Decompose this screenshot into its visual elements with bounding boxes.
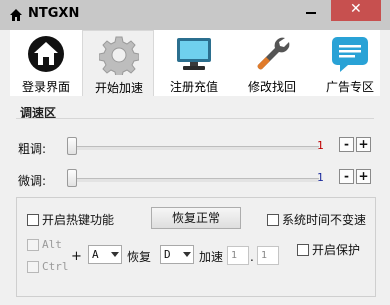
speedup-decimal-input[interactable]: 1 xyxy=(257,246,279,265)
coarse-slider-track[interactable] xyxy=(67,146,319,150)
tab-start-accelerate[interactable]: 开始加速 xyxy=(82,30,154,96)
tab-label: 开始加速 xyxy=(94,81,143,95)
checkbox-box[interactable] xyxy=(27,260,39,273)
fine-slider-thumb[interactable] xyxy=(67,169,77,187)
decimal-point: . xyxy=(250,250,254,264)
system-time-checkbox[interactable]: 系统时间不变速 xyxy=(267,211,366,228)
speedup-integer-input[interactable]: 1 xyxy=(227,246,249,265)
enable-hotkey-checkbox[interactable]: 开启热键功能 xyxy=(27,211,114,228)
checkbox-box[interactable] xyxy=(297,243,309,256)
app-window: NTGXN ✕ 登录界面 开始加速 注册充值 修改找回 广告专区 调速区 粗调:… xyxy=(0,0,390,305)
coarse-plus-button[interactable]: + xyxy=(356,137,371,152)
tab-label: 登录界面 xyxy=(21,80,70,94)
divider xyxy=(16,118,374,119)
house-icon xyxy=(28,36,64,72)
system-time-label: 系统时间不变速 xyxy=(282,213,367,227)
coarse-value: 1 xyxy=(317,139,324,152)
fine-value: 1 xyxy=(317,171,324,184)
chevron-down-icon xyxy=(183,252,191,257)
plus-sign: + xyxy=(71,249,82,264)
minimize-button[interactable] xyxy=(297,0,324,21)
coarse-slider-thumb[interactable] xyxy=(67,137,77,155)
close-icon: ✕ xyxy=(350,1,362,17)
fine-slider-track[interactable] xyxy=(67,178,319,182)
coarse-label: 粗调: xyxy=(18,142,47,156)
speedup-label: 加速 xyxy=(199,250,224,264)
hotkey-panel: 开启热键功能 恢复正常 系统时间不变速 Alt Ctrl + A 恢复 D 加速… xyxy=(16,197,376,297)
fine-minus-button[interactable]: - xyxy=(339,169,354,184)
gear-icon xyxy=(99,36,139,75)
home-icon xyxy=(10,9,22,21)
chevron-down-icon xyxy=(111,252,119,257)
close-button[interactable]: ✕ xyxy=(331,0,381,21)
restore-label: 恢复 xyxy=(127,250,152,264)
ctrl-checkbox[interactable]: Ctrl xyxy=(27,260,69,273)
restore-key-select[interactable]: A xyxy=(88,245,122,264)
fine-label: 微调: xyxy=(18,174,47,188)
speedup-key-value: D xyxy=(164,248,171,261)
checkbox-box[interactable] xyxy=(27,213,39,226)
alt-label: Alt xyxy=(42,238,62,251)
coarse-minus-button[interactable]: - xyxy=(339,137,354,152)
speedup-key-select[interactable]: D xyxy=(160,245,194,264)
restore-key-value: A xyxy=(92,248,99,261)
title-bar[interactable]: NTGXN ✕ xyxy=(0,0,390,30)
chat-bubble-icon xyxy=(332,37,368,72)
checkbox-box[interactable] xyxy=(267,213,279,226)
tab-label: 修改找回 xyxy=(247,80,296,94)
alt-checkbox[interactable]: Alt xyxy=(27,238,62,251)
tab-login[interactable]: 登录界面 xyxy=(10,30,82,96)
coarse-row: 粗调: 1 - + xyxy=(14,136,376,158)
tab-label: 广告专区 xyxy=(325,80,374,94)
restore-normal-button[interactable]: 恢复正常 xyxy=(151,207,241,229)
tab-strip: 登录界面 开始加速 注册充值 修改找回 广告专区 xyxy=(10,30,380,96)
window-title: NTGXN xyxy=(28,6,80,21)
checkbox-box[interactable] xyxy=(27,238,39,251)
tab-ads[interactable]: 广告专区 xyxy=(314,30,386,96)
enable-hotkey-label: 开启热键功能 xyxy=(42,213,115,227)
enable-protection-label: 开启保护 xyxy=(312,243,361,257)
speed-group: 调速区 粗调: 1 - + 微调: 1 - + xyxy=(14,104,376,194)
monitor-icon xyxy=(177,38,211,70)
tab-modify-recover[interactable]: 修改找回 xyxy=(236,30,308,96)
fine-row: 微调: 1 - + xyxy=(14,168,376,190)
wrench-icon xyxy=(257,37,290,70)
ctrl-label: Ctrl xyxy=(42,260,69,273)
fine-plus-button[interactable]: + xyxy=(356,169,371,184)
tab-register-recharge[interactable]: 注册充值 xyxy=(158,30,230,96)
tab-label: 注册充值 xyxy=(169,80,218,94)
enable-protection-checkbox[interactable]: 开启保护 xyxy=(297,241,360,258)
